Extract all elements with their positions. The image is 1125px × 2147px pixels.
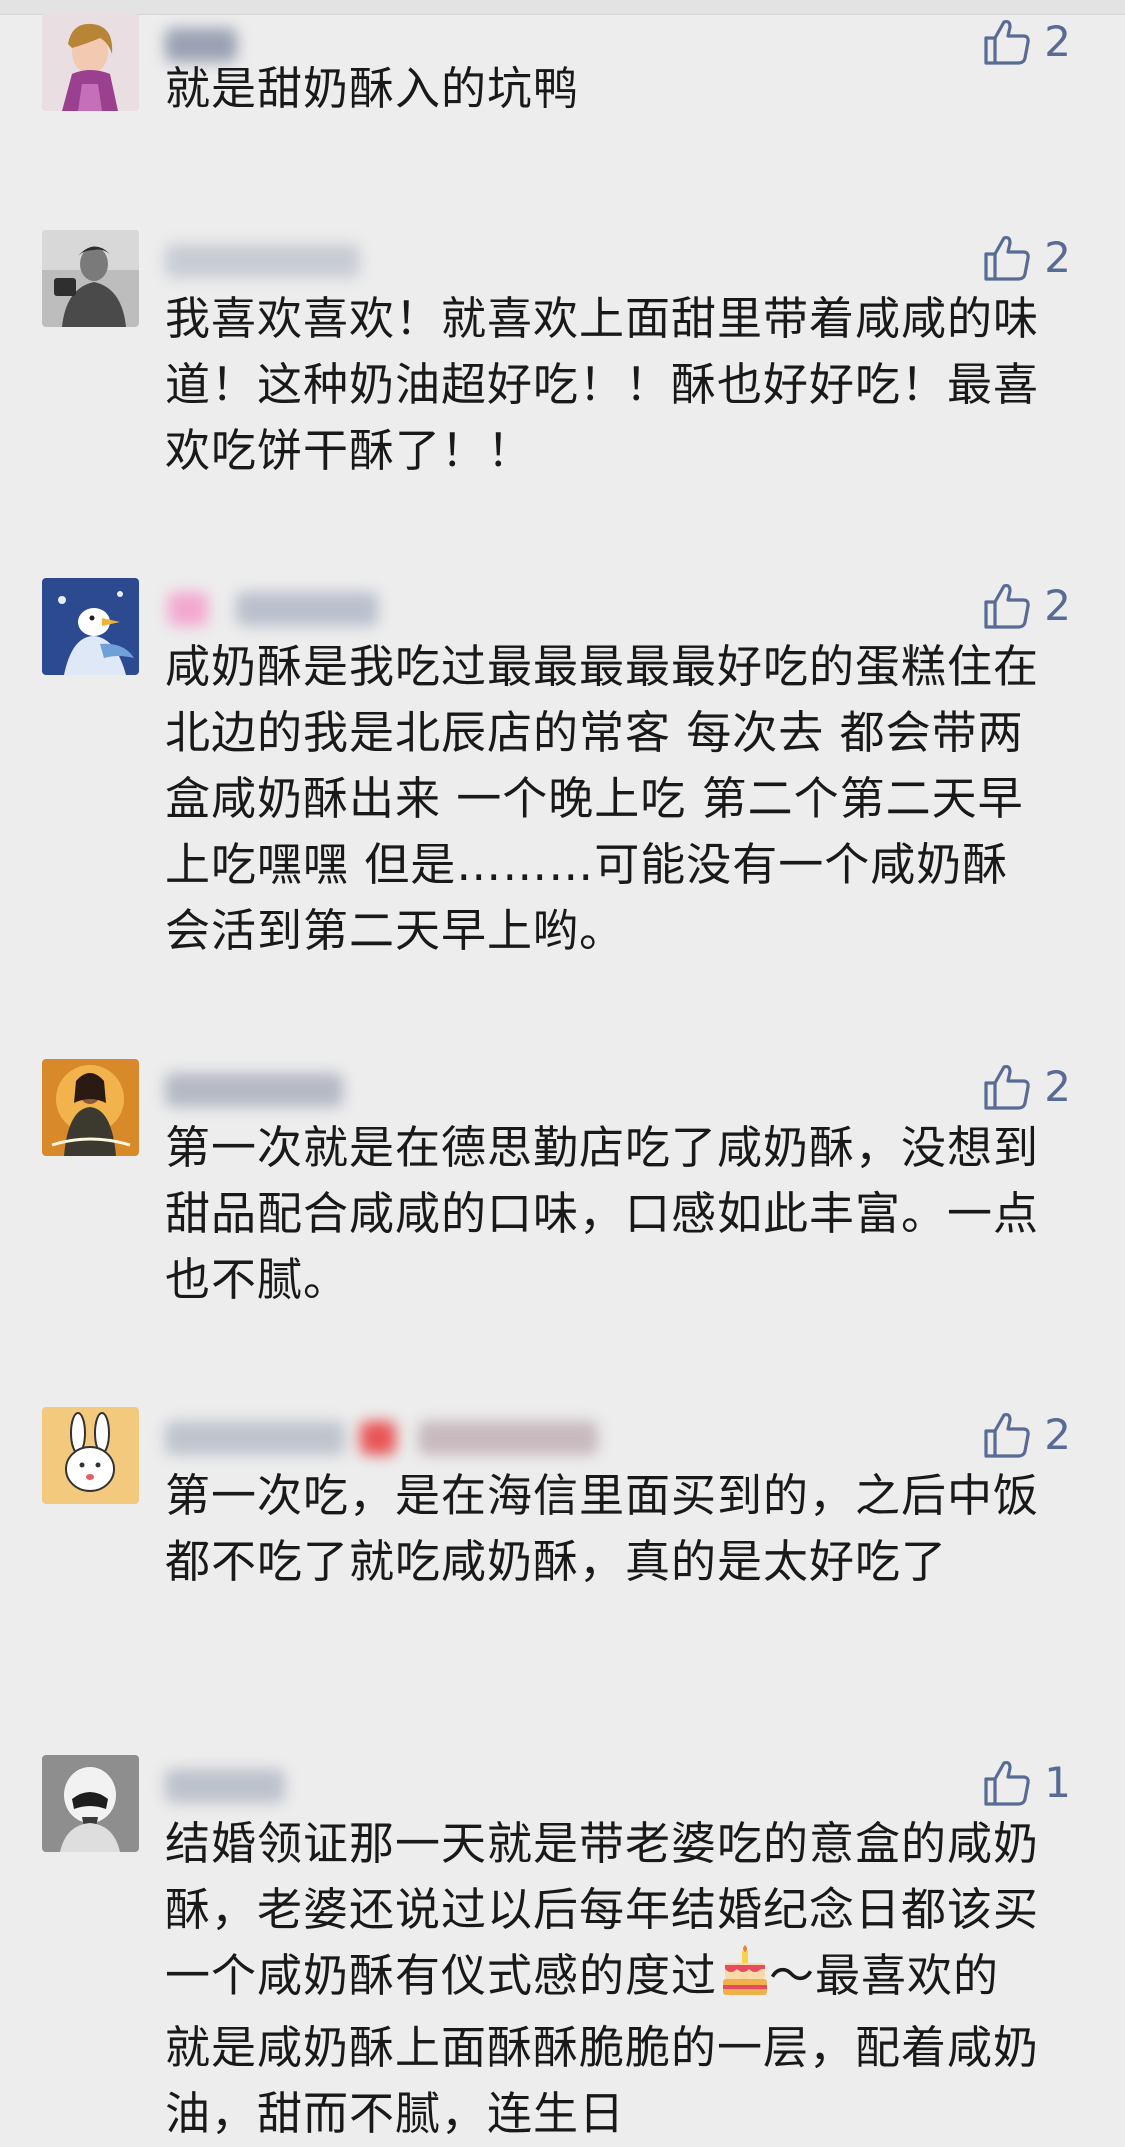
username-blurred	[418, 1421, 598, 1455]
like-button[interactable]: 2	[982, 1407, 1071, 1463]
username-blurred	[168, 592, 208, 626]
thumbs-up-icon	[984, 235, 1031, 281]
username-blurred	[165, 1421, 345, 1455]
like-button[interactable]: 2	[982, 1059, 1071, 1115]
like-count: 2	[1044, 1410, 1071, 1459]
avatar[interactable]	[42, 1755, 139, 1852]
like-count: 2	[1044, 581, 1071, 630]
thumbs-up-icon	[984, 1064, 1031, 1110]
username-blurred	[236, 592, 378, 626]
like-count: 2	[1044, 233, 1071, 282]
thumbs-up-icon	[984, 583, 1031, 629]
avatar[interactable]	[42, 1407, 139, 1504]
birthday-cake-icon	[721, 1945, 769, 2015]
like-button[interactable]: 1	[982, 1755, 1071, 1811]
like-count: 1	[1044, 1758, 1071, 1807]
comment-text: 咸奶酥是我吃过最最最最最好吃的蛋糕住在北边的我是北辰店的常客 每次去 都会带两盒…	[165, 640, 1040, 957]
thumbs-up-icon	[984, 1412, 1031, 1458]
comment-text: 结婚领证那一天就是带老婆吃的意盒的咸奶酥，老婆还说过以后每年结婚纪念日都该买一个…	[165, 1811, 1045, 2147]
top-divider	[0, 0, 1125, 15]
comment-text: 就是甜奶酥入的坑鸭	[165, 62, 580, 115]
like-count: 2	[1044, 17, 1071, 66]
avatar[interactable]	[42, 14, 139, 111]
comment-text: 第一次吃，是在海信里面买到的，之后中饭都不吃了就吃咸奶酥，真的是太好吃了	[165, 1469, 1040, 1588]
like-count: 2	[1044, 1062, 1071, 1111]
avatar[interactable]	[42, 578, 139, 675]
like-button[interactable]: 2	[982, 230, 1071, 286]
username-blurred	[165, 1769, 285, 1803]
username-blurred	[165, 1073, 343, 1107]
like-button[interactable]: 2	[982, 578, 1071, 634]
username-blurred	[165, 244, 360, 278]
username-blurred	[360, 1421, 396, 1455]
avatar[interactable]	[42, 1059, 139, 1156]
comment-text: 第一次就是在德思勤店吃了咸奶酥，没想到甜品配合咸咸的口味，口感如此丰富。一点也不…	[165, 1121, 1040, 1306]
thumbs-up-icon	[984, 1760, 1031, 1806]
avatar[interactable]	[42, 230, 139, 327]
comment-text: 我喜欢喜欢！就喜欢上面甜里带着咸咸的味道！这种奶油超好吃！！酥也好好吃！最喜欢吃…	[165, 292, 1040, 477]
